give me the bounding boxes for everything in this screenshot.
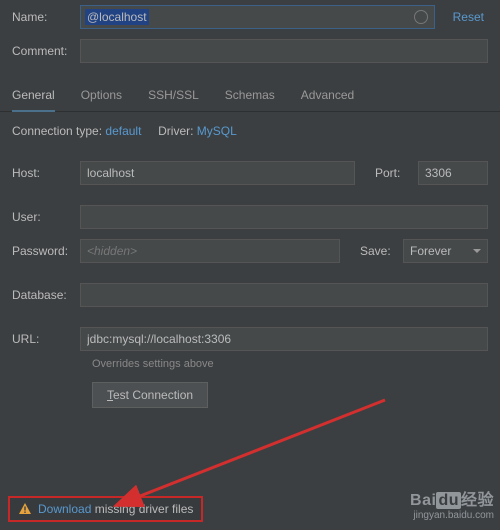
tabs: General Options SSH/SSL Schemas Advanced xyxy=(0,82,500,112)
comment-input[interactable] xyxy=(80,39,488,63)
database-input[interactable] xyxy=(80,283,488,307)
connection-type-link[interactable]: default xyxy=(105,124,141,138)
tab-schemas[interactable]: Schemas xyxy=(225,82,275,112)
warning-icon xyxy=(18,502,32,516)
download-link[interactable]: Download xyxy=(38,502,91,516)
tab-advanced[interactable]: Advanced xyxy=(301,82,354,112)
history-icon[interactable] xyxy=(414,10,428,24)
chevron-down-icon xyxy=(473,249,481,253)
name-value: @localhost xyxy=(85,9,149,25)
driver-link[interactable]: MySQL xyxy=(197,124,237,138)
watermark: Baidu经验 jingyan.baidu.com xyxy=(410,491,494,522)
host-label: Host: xyxy=(12,166,72,180)
url-label: URL: xyxy=(12,332,72,346)
comment-label: Comment: xyxy=(12,44,72,58)
tab-options[interactable]: Options xyxy=(81,82,122,112)
save-label: Save: xyxy=(360,244,395,258)
missing-text: missing driver files xyxy=(91,502,193,516)
save-select[interactable]: Forever xyxy=(403,239,488,263)
port-label: Port: xyxy=(375,166,410,180)
tab-ssh-ssl[interactable]: SSH/SSL xyxy=(148,82,199,112)
tab-general[interactable]: General xyxy=(12,82,55,112)
host-input[interactable] xyxy=(80,161,355,185)
missing-driver-banner: Download missing driver files xyxy=(8,496,203,522)
user-input[interactable] xyxy=(80,205,488,229)
port-input[interactable] xyxy=(418,161,488,185)
database-label: Database: xyxy=(12,288,72,302)
url-hint: Overrides settings above xyxy=(80,358,500,378)
url-input[interactable] xyxy=(80,327,488,351)
connection-info: Connection type: default Driver: MySQL xyxy=(0,112,500,156)
password-input[interactable] xyxy=(80,239,340,263)
name-input[interactable]: @localhost xyxy=(80,5,435,29)
user-label: User: xyxy=(12,210,72,224)
reset-link[interactable]: Reset xyxy=(453,10,484,24)
test-connection-button[interactable]: Test Connection xyxy=(92,382,208,408)
save-value: Forever xyxy=(410,244,451,258)
name-label: Name: xyxy=(12,10,72,24)
password-label: Password: xyxy=(12,244,72,258)
